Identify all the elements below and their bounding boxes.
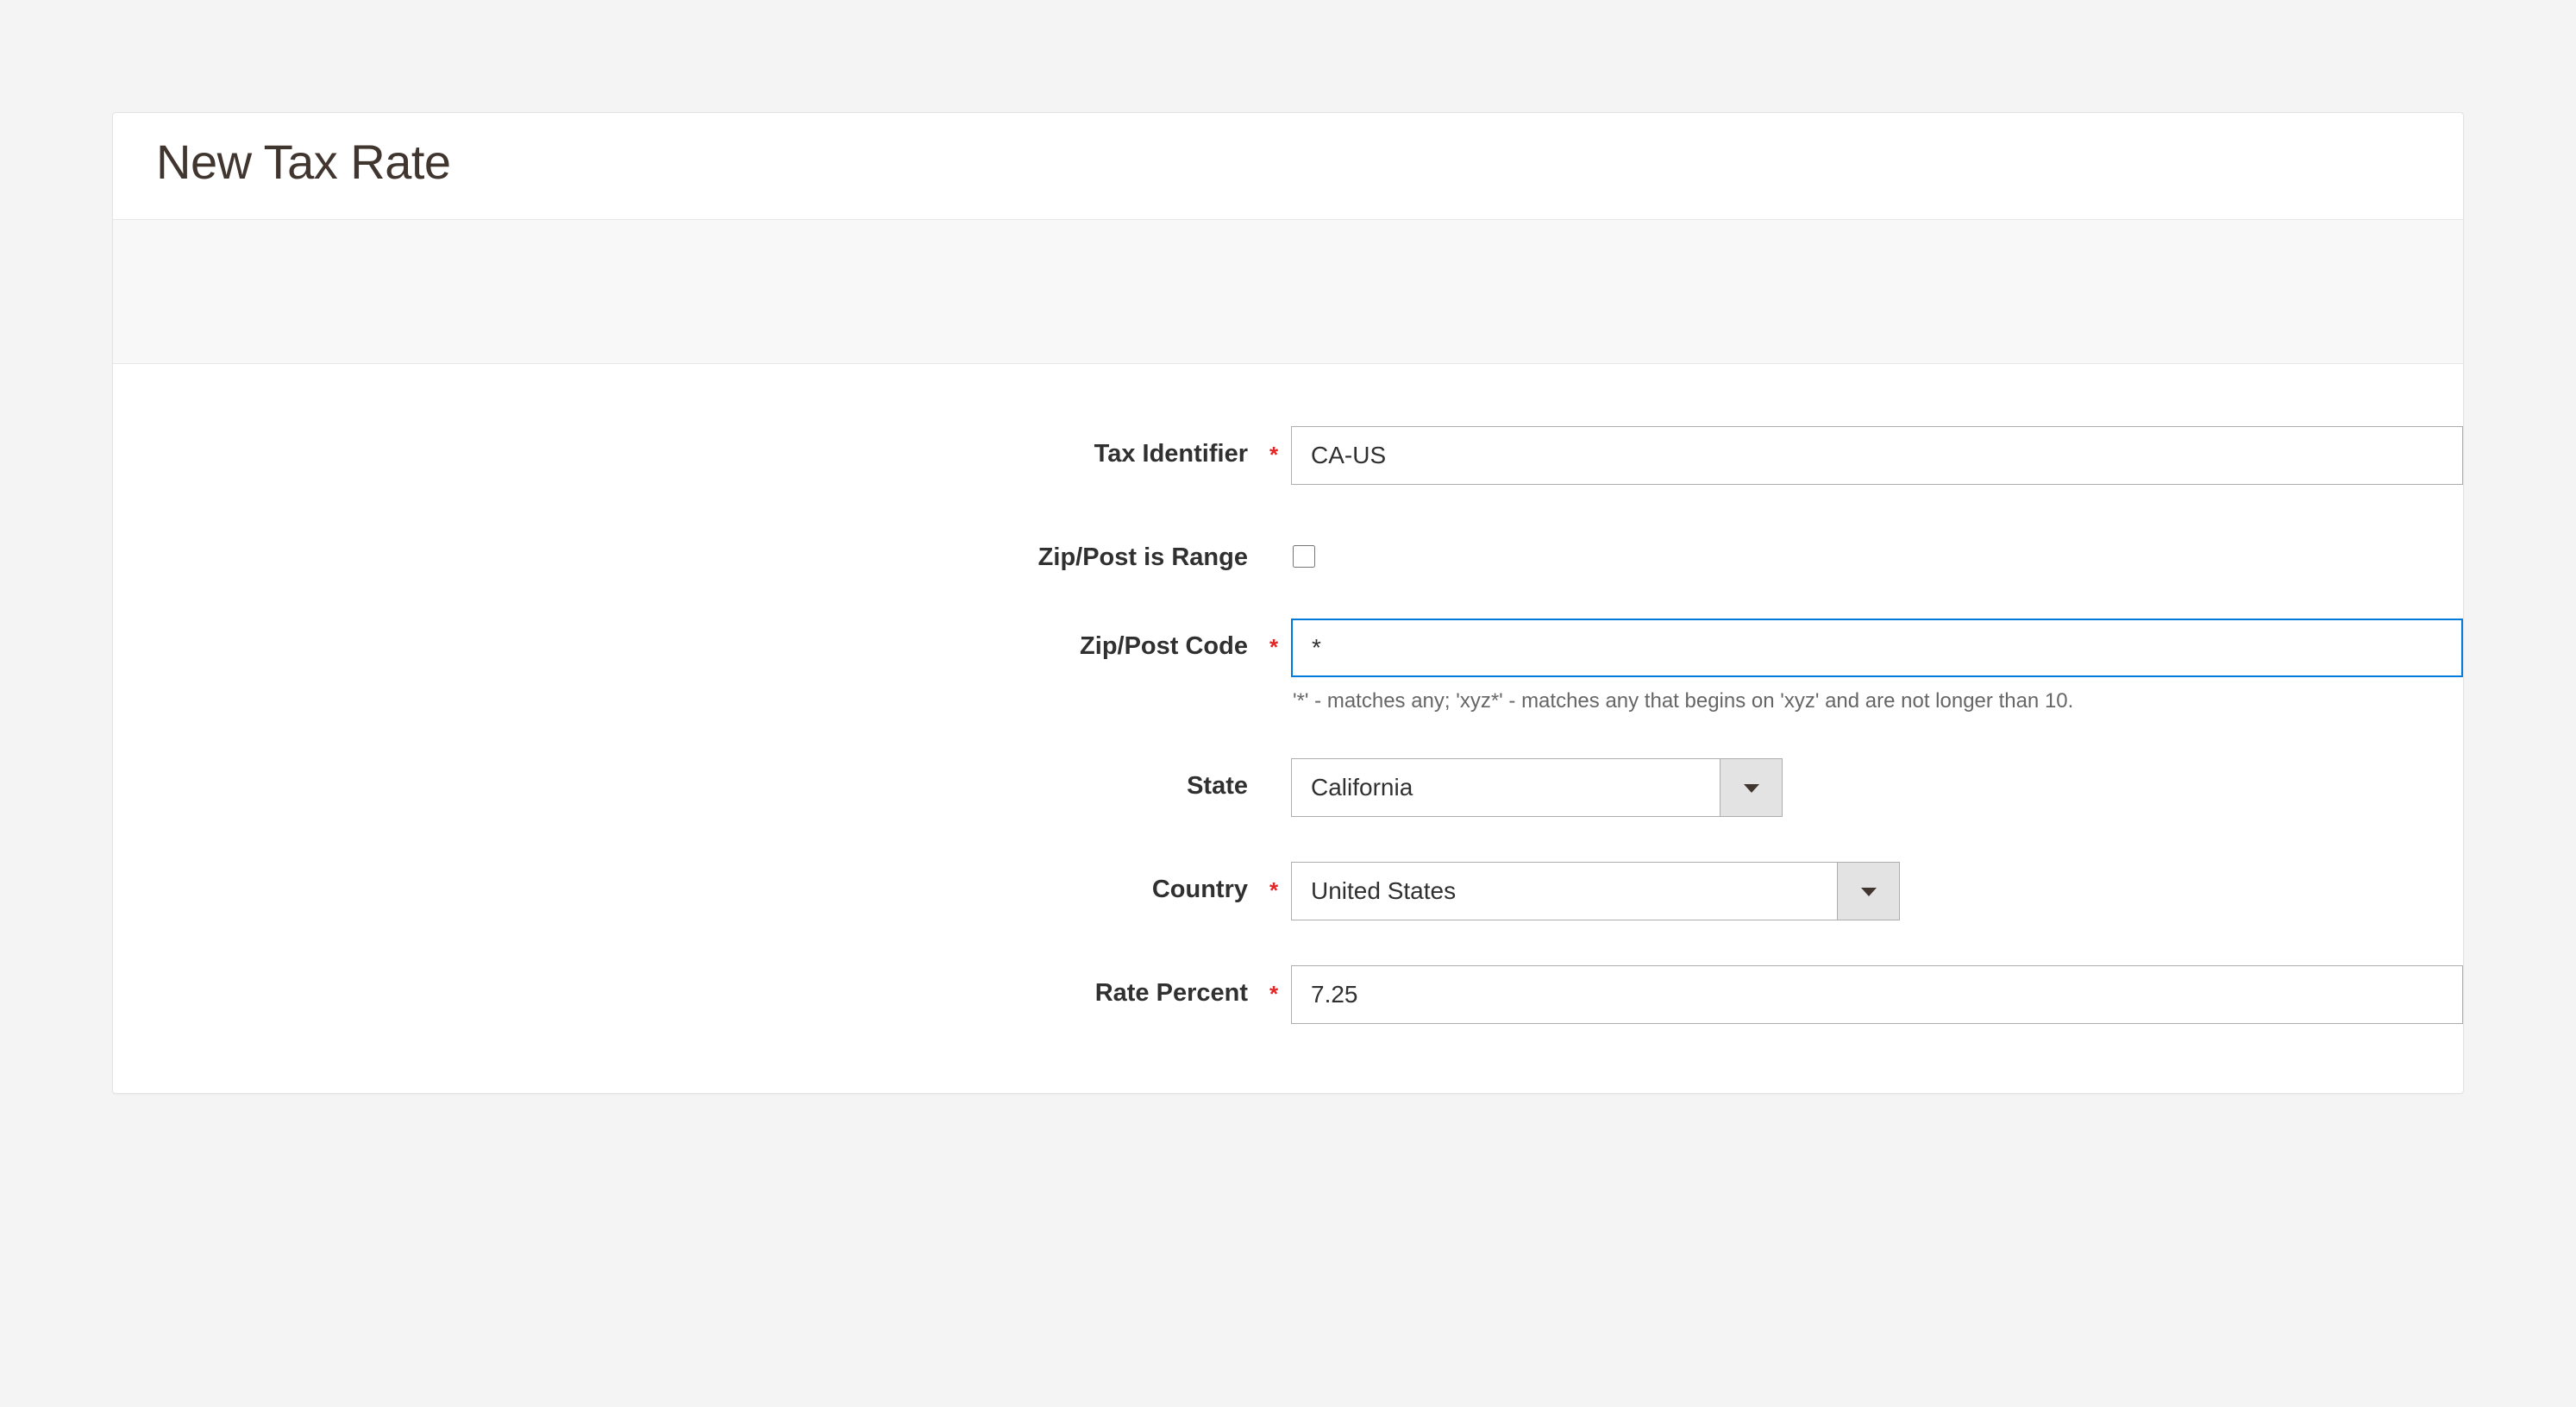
- tax-identifier-input[interactable]: [1291, 426, 2463, 485]
- row-zip-is-range: Zip/Post is Range: [113, 530, 2463, 574]
- label-rate-percent: Rate Percent: [113, 965, 1257, 1008]
- label-tax-identifier: Tax Identifier: [113, 426, 1257, 468]
- label-zip-is-range: Zip/Post is Range: [113, 530, 1257, 572]
- required-mark-empty: [1257, 758, 1291, 774]
- toolbar-band: [113, 219, 2463, 364]
- required-mark: *: [1257, 619, 1291, 661]
- tax-rate-form: Tax Identifier * Zip/Post is Range Zip/P…: [113, 364, 2463, 1093]
- row-country: Country * United States: [113, 862, 2463, 920]
- chevron-down-icon: [1837, 863, 1899, 920]
- panel-header: New Tax Rate: [113, 113, 2463, 219]
- required-mark: *: [1257, 965, 1291, 1008]
- row-rate-percent: Rate Percent *: [113, 965, 2463, 1024]
- label-country: Country: [113, 862, 1257, 904]
- panel-title: New Tax Rate: [156, 134, 2420, 190]
- label-state: State: [113, 758, 1257, 801]
- country-select[interactable]: United States: [1291, 862, 1900, 920]
- required-mark: *: [1257, 426, 1291, 468]
- zip-code-note: '*' - matches any; 'xyz*' - matches any …: [1291, 689, 2463, 713]
- required-mark-empty: [1257, 530, 1291, 545]
- row-state: State California: [113, 758, 2463, 817]
- state-select[interactable]: California: [1291, 758, 1783, 817]
- state-select-value: California: [1292, 759, 1720, 816]
- country-select-value: United States: [1292, 863, 1837, 920]
- row-zip-code: Zip/Post Code * '*' - matches any; 'xyz*…: [113, 619, 2463, 713]
- zip-code-input[interactable]: [1291, 619, 2463, 677]
- tax-rate-panel: New Tax Rate Tax Identifier * Zip/Post i…: [112, 112, 2464, 1094]
- label-zip-code: Zip/Post Code: [113, 619, 1257, 661]
- chevron-down-icon: [1720, 759, 1782, 816]
- rate-percent-input[interactable]: [1291, 965, 2463, 1024]
- row-tax-identifier: Tax Identifier *: [113, 426, 2463, 485]
- zip-is-range-checkbox[interactable]: [1293, 545, 1315, 568]
- required-mark: *: [1257, 862, 1291, 904]
